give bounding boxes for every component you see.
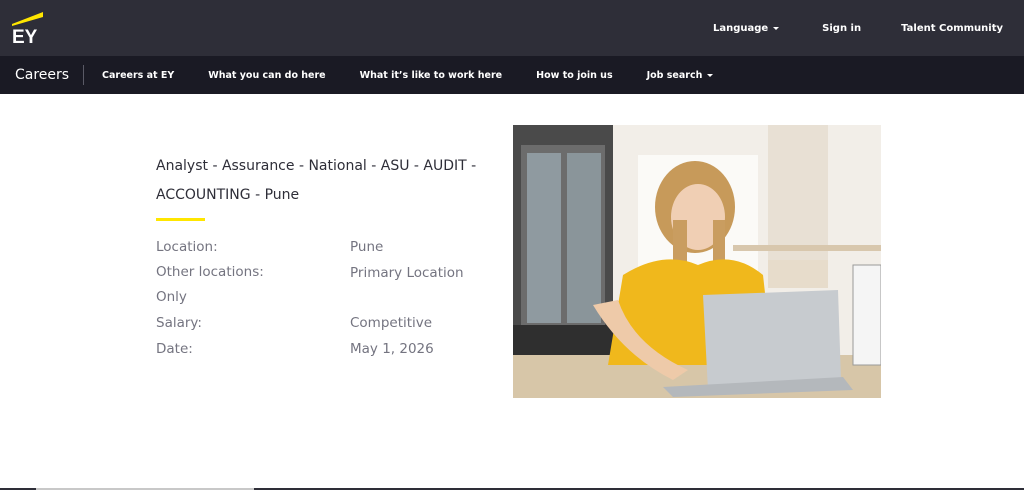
job-title: Analyst - Assurance - National - ASU - A… [156, 158, 477, 203]
salary-label: Salary: [156, 315, 202, 331]
job-photo [513, 125, 881, 398]
careers-home-link[interactable]: Careers [0, 65, 84, 85]
job-detail: Analyst - Assurance - National - ASU - A… [0, 94, 1024, 488]
careers-nav: Careers at EY What you can do here What … [102, 70, 747, 81]
svg-text:EY: EY [12, 27, 38, 46]
date-value: May 1, 2026 [350, 341, 434, 357]
salary-value: Competitive [350, 315, 433, 331]
careers-nav-bar: Careers Careers at EY What you can do he… [0, 56, 1024, 94]
date-row: Date: May 1, 2026 [156, 336, 490, 362]
job-details: Location: Pune Other locations: Only Pri… [156, 234, 490, 362]
ey-logo[interactable]: EY [10, 10, 46, 48]
other-locations-label: Other locations: Only [156, 260, 350, 310]
title-accent-line [156, 218, 205, 221]
other-locations-label-line1: Other locations: [156, 264, 264, 280]
job-search-label: Job search [646, 69, 703, 81]
date-label: Date: [156, 341, 193, 357]
nav-careers-at-ey[interactable]: Careers at EY [102, 70, 174, 81]
location-label: Location: [156, 239, 218, 255]
other-locations-value: Primary Location [350, 265, 464, 281]
caret-down-icon [707, 73, 714, 77]
caret-down-icon [773, 26, 780, 30]
sign-in-link[interactable]: Sign in [822, 23, 861, 34]
language-menu[interactable]: Language [712, 22, 780, 34]
nav-what-you-can-do[interactable]: What you can do here [208, 70, 325, 81]
other-locations-label-line2: Only [156, 289, 187, 305]
nav-job-search[interactable]: Job search [647, 70, 714, 81]
nav-how-to-join[interactable]: How to join us [536, 70, 612, 81]
salary-row: Salary: Competitive [156, 310, 490, 336]
language-label: Language [712, 22, 769, 34]
other-locations-row: Other locations: Only Primary Location [156, 260, 490, 310]
talent-community-link[interactable]: Talent Community [901, 23, 1003, 34]
nav-what-its-like[interactable]: What it’s like to work here [360, 70, 503, 81]
top-nav: Language Sign in Talent Community [713, 0, 1024, 56]
location-value: Pune [350, 239, 384, 255]
location-row: Location: Pune [156, 234, 490, 260]
top-header: EY Language Sign in Talent Community [0, 0, 1024, 56]
